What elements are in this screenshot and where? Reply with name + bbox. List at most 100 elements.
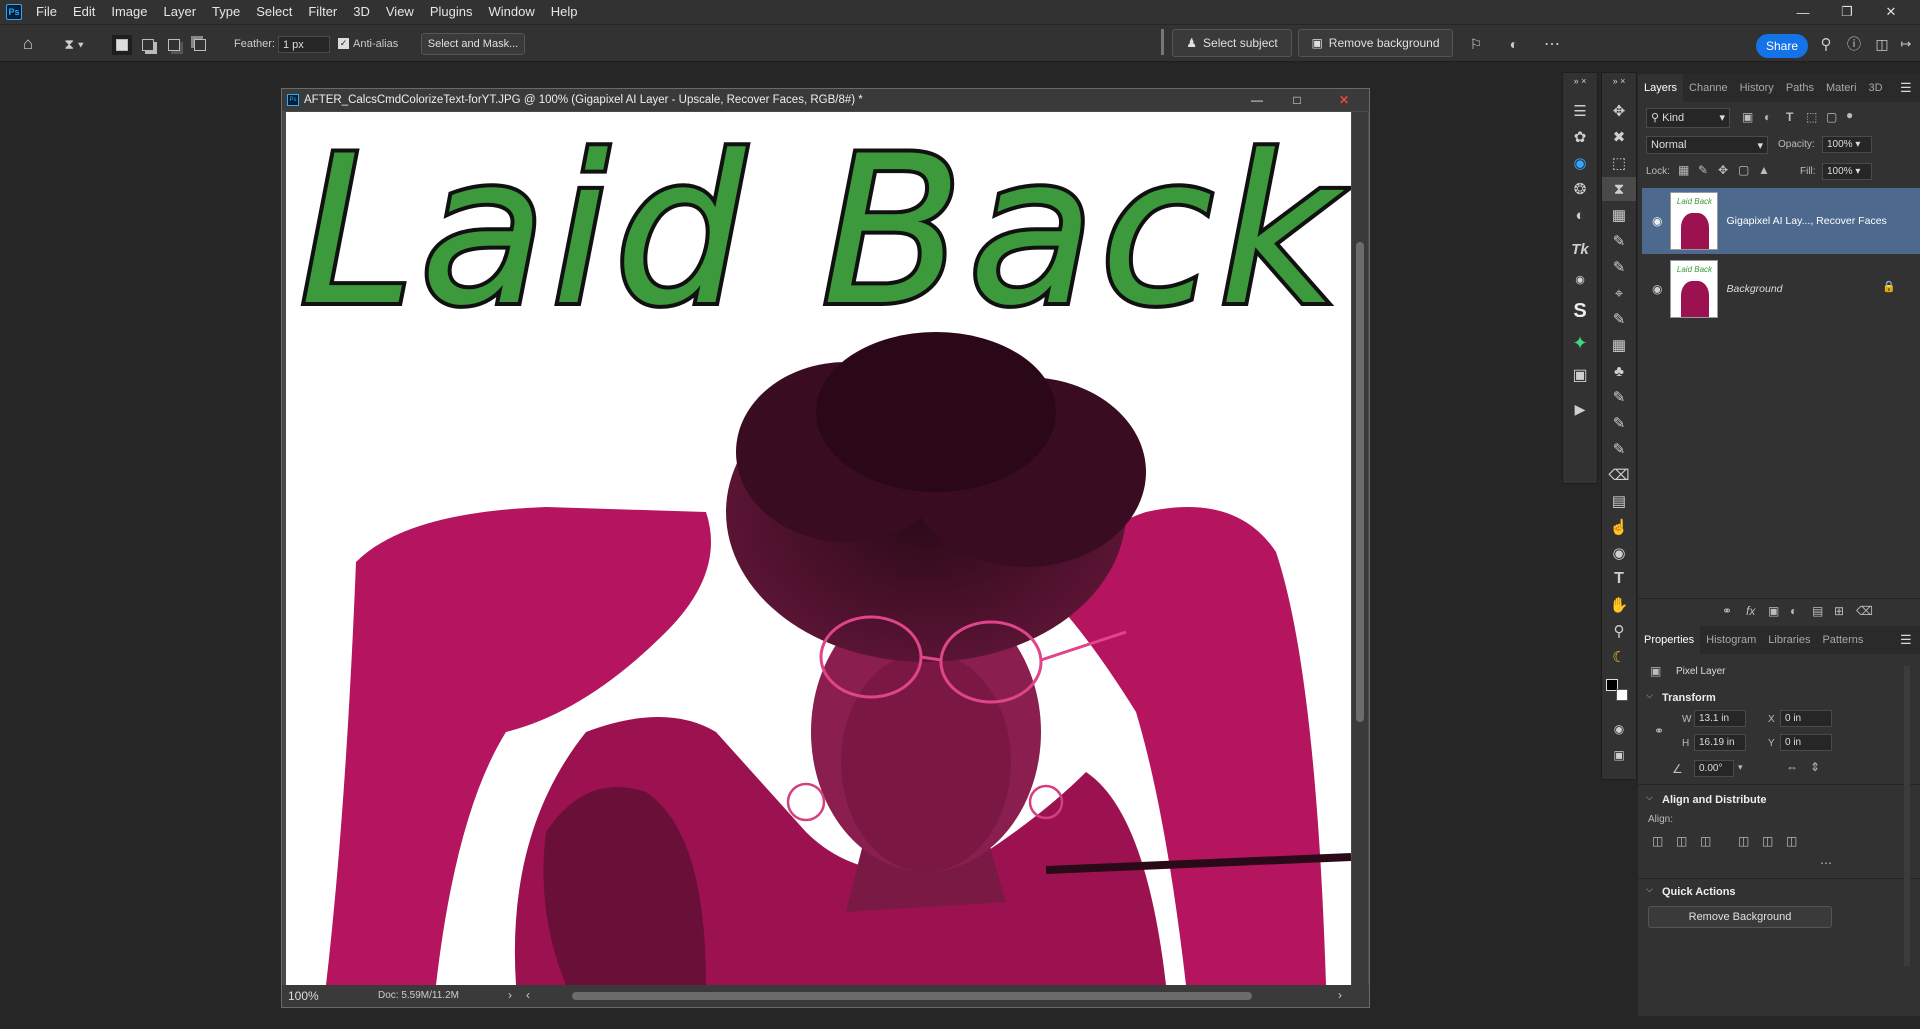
crop-tool-icon[interactable]: ⌖ — [1602, 281, 1636, 305]
eye-plugin-icon[interactable]: ◉ — [1563, 151, 1597, 175]
lock-image-icon[interactable]: ✎ — [1698, 163, 1708, 177]
select-and-mask-button[interactable]: Select and Mask... — [421, 33, 525, 55]
menu-layer[interactable]: Layer — [156, 0, 205, 24]
frame-tool-icon[interactable]: ✎ — [1602, 255, 1636, 279]
move-tool-icon[interactable]: ✥ — [1602, 99, 1636, 123]
document-title-bar[interactable]: Ps AFTER_CalcsCmdColorizeText-forYT.JPG … — [282, 89, 1369, 111]
add-selection-icon[interactable] — [138, 35, 158, 55]
doc-size[interactable]: Doc: 5.59M/11.2M — [378, 990, 459, 1001]
vertical-scroll-thumb[interactable] — [1356, 242, 1364, 722]
tab-histogram[interactable]: Histogram — [1700, 626, 1762, 654]
spot-healing-tool-icon[interactable]: ▦ — [1602, 333, 1636, 357]
marquee-tool-icon[interactable]: ⬚ — [1602, 151, 1636, 175]
object-select-tool-icon[interactable]: ▦ — [1602, 203, 1636, 227]
dot-icon[interactable]: ◉ — [1563, 267, 1597, 291]
history-brush-tool-icon[interactable]: ✎ — [1602, 437, 1636, 461]
more-options-icon[interactable]: ⋯ — [1820, 856, 1832, 870]
trash-icon[interactable]: ⌫ — [1856, 604, 1873, 618]
align-title[interactable]: Align and Distribute — [1662, 794, 1767, 806]
lock-all-icon[interactable]: ▲ — [1758, 163, 1770, 177]
collapse-icon[interactable]: » × — [1602, 75, 1636, 87]
tab-patterns[interactable]: Patterns — [1816, 626, 1869, 654]
menu-3d[interactable]: 3D — [345, 0, 378, 24]
lock-transparent-icon[interactable]: ▦ — [1678, 163, 1689, 177]
aperture-icon[interactable]: ❂ — [1563, 177, 1597, 201]
menu-file[interactable]: File — [28, 0, 65, 24]
tab-history[interactable]: History — [1734, 74, 1780, 102]
pr-plugin-icon[interactable]: ▣ — [1563, 363, 1597, 387]
blend-mode-select[interactable]: Normal ▾ — [1646, 136, 1768, 154]
share-button[interactable]: Share — [1756, 34, 1808, 58]
align-right-icon[interactable]: ◫ — [1700, 834, 1711, 848]
doc-minimize-icon[interactable]: — — [1242, 89, 1272, 111]
brush-tool-icon[interactable]: ✎ — [1602, 411, 1636, 435]
brain-icon[interactable]: ✿ — [1563, 125, 1597, 149]
group-icon[interactable]: ▤ — [1812, 604, 1823, 618]
panel-menu-icon[interactable]: ☰ — [1900, 632, 1912, 648]
gradient-tool-icon[interactable]: ▤ — [1602, 489, 1636, 513]
filter-smart-object-icon[interactable]: ▢ — [1826, 110, 1837, 124]
link-layers-icon[interactable]: ⚭ — [1722, 604, 1732, 618]
remove-background-button[interactable]: ▣ Remove background — [1298, 29, 1453, 57]
tab-channels[interactable]: Channe — [1683, 74, 1734, 102]
sparkle-icon[interactable]: ✦ — [1563, 331, 1597, 355]
feather-input[interactable] — [278, 36, 330, 53]
artboard-tool-icon[interactable]: ✖ — [1602, 125, 1636, 149]
fill-input[interactable]: 100% ▾ — [1822, 163, 1872, 180]
adjustment-layer-icon[interactable]: ◐ — [1790, 604, 1797, 618]
expand-icon[interactable]: ↦ — [1896, 33, 1916, 55]
menu-type[interactable]: Type — [204, 0, 248, 24]
home-icon[interactable]: ⌂ — [16, 33, 40, 55]
s-plugin-icon[interactable]: S — [1563, 299, 1597, 323]
properties-scrollbar[interactable] — [1904, 666, 1910, 966]
smudge-tool-icon[interactable]: ☝ — [1602, 515, 1636, 539]
adjustments-icon[interactable]: ☰ — [1563, 99, 1597, 123]
eraser-tool-icon[interactable]: ⌫ — [1602, 463, 1636, 487]
tab-materials[interactable]: Materi — [1820, 74, 1863, 102]
tab-libraries[interactable]: Libraries — [1762, 626, 1816, 654]
layer-row-gigapixel[interactable]: ◉ Laid Back Gigapixel AI Lay..., Recover… — [1642, 188, 1920, 254]
tab-3d[interactable]: 3D — [1863, 74, 1889, 102]
play-icon[interactable]: ▶ — [1563, 397, 1597, 421]
filter-shape-icon[interactable]: ⬚ — [1806, 110, 1817, 124]
adjust-icon[interactable]: ◐ — [1502, 33, 1526, 55]
filter-toggle-icon[interactable]: ● — [1846, 108, 1853, 122]
generative-fill-icon[interactable]: ⚐ — [1464, 33, 1488, 55]
filter-pixel-icon[interactable]: ▣ — [1742, 110, 1753, 124]
search-icon[interactable]: ⚲ — [1814, 33, 1838, 55]
lasso-tool-preset-icon[interactable]: ⧗ ▾ — [56, 33, 92, 55]
doc-close-icon[interactable]: ✕ — [1322, 89, 1366, 111]
opacity-input[interactable]: 100% ▾ — [1822, 136, 1872, 153]
tab-properties[interactable]: Properties — [1638, 626, 1701, 654]
doc-maximize-icon[interactable]: □ — [1282, 89, 1312, 111]
chevron-down-icon[interactable]: ⌵ — [1646, 792, 1653, 803]
color-picker-tool-icon[interactable]: ✎ — [1602, 385, 1636, 409]
lasso-tool-icon[interactable]: ⧗ — [1602, 177, 1636, 201]
transform-title[interactable]: Transform — [1662, 692, 1716, 704]
tk-plugin-icon[interactable]: Tk — [1563, 237, 1597, 261]
layer-row-background[interactable]: ◉ Laid Back Background 🔒 — [1642, 256, 1920, 322]
intersect-selection-icon[interactable] — [190, 35, 210, 55]
flip-horizontal-icon[interactable]: ⇔ — [1786, 760, 1798, 774]
background-color-swatch[interactable] — [1616, 689, 1628, 701]
tab-paths[interactable]: Paths — [1780, 74, 1820, 102]
quick-select-tool-icon[interactable]: ✎ — [1602, 229, 1636, 253]
chevron-down-icon[interactable]: ⌵ — [1646, 690, 1653, 701]
width-input[interactable]: 13.1 in — [1694, 710, 1746, 727]
filter-adjustment-icon[interactable]: ◐ — [1764, 110, 1771, 124]
link-proportions-icon[interactable]: ⚭ — [1654, 724, 1664, 738]
subtract-selection-icon[interactable] — [164, 35, 184, 55]
horizontal-scroll-thumb[interactable] — [572, 992, 1252, 1000]
workspace-icon[interactable]: ◫ — [1870, 33, 1894, 55]
contrast-icon[interactable]: ◐ — [1563, 203, 1597, 227]
menu-plugins[interactable]: Plugins — [422, 0, 481, 24]
layer-filter-kind[interactable]: ⚲ Kind ▾ — [1646, 108, 1730, 128]
chevron-down-icon[interactable]: ⌵ — [1646, 884, 1653, 895]
scroll-right-icon[interactable]: › — [1338, 988, 1342, 1002]
lock-position-icon[interactable]: ✥ — [1718, 163, 1728, 177]
collapse-icon[interactable]: » × — [1563, 75, 1597, 87]
eyedropper-tool-icon[interactable]: ✎ — [1602, 307, 1636, 331]
new-selection-icon[interactable] — [112, 35, 132, 55]
height-input[interactable]: 16.19 in — [1694, 734, 1746, 751]
align-left-icon[interactable]: ◫ — [1652, 834, 1663, 848]
